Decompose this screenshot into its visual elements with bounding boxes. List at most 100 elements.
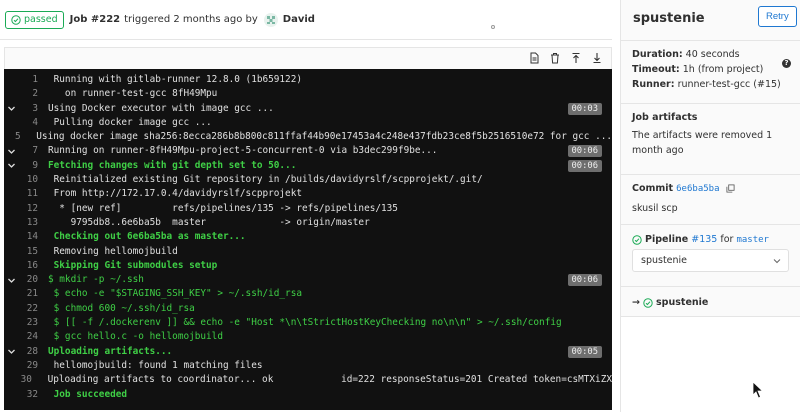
log-line-text: $ mkdir -p ~/.ssh bbox=[48, 274, 144, 286]
log-line: 23 $ [[ -f /.dockerenv ]] && echo -e "Ho… bbox=[4, 316, 612, 330]
log-line-text: $ [[ -f /.dockerenv ]] && echo -e "Host … bbox=[48, 317, 562, 329]
log-line-number[interactable]: 22 bbox=[18, 302, 48, 316]
commit-sha-link[interactable]: 6e6ba5ba bbox=[676, 184, 719, 194]
runner-label: Runner: bbox=[632, 79, 675, 90]
log-line: 11 From http://172.17.0.4/davidyrslf/scp… bbox=[4, 187, 612, 201]
job-list-item-label: spustenie bbox=[656, 297, 709, 308]
log-line-text: Using Docker executor with image gcc ... bbox=[48, 102, 274, 114]
log-line-number[interactable]: 20 bbox=[18, 273, 48, 287]
log-line-number[interactable]: 5 bbox=[11, 130, 31, 144]
job-title: Job #222 bbox=[69, 14, 121, 25]
job-list-item[interactable]: → spustenie bbox=[632, 295, 800, 310]
log-line: 16 Skipping Git submodules setup bbox=[4, 259, 612, 273]
duration-value: 40 seconds bbox=[685, 49, 740, 60]
section-duration-badge: 00:06 bbox=[567, 159, 602, 172]
status-badge[interactable]: passed bbox=[5, 10, 64, 29]
section-duration-badge: 00:03 bbox=[567, 102, 602, 115]
log-line: 32 Job succeeded bbox=[4, 388, 612, 402]
log-line-text: hellomojbuild: found 1 matching files bbox=[48, 359, 263, 371]
raw-log-icon[interactable] bbox=[528, 52, 540, 64]
job-log[interactable]: 1 Running with gitlab-runner 12.8.0 (1b6… bbox=[4, 69, 612, 410]
log-line-number[interactable]: 13 bbox=[18, 216, 48, 230]
log-line: 13 9795db8..6e6ba5b master -> origin/mas… bbox=[4, 216, 612, 230]
log-line-text: Reinitialized existing Git repository in… bbox=[48, 174, 483, 186]
log-line: 30 Uploading artifacts to coordinator...… bbox=[4, 373, 612, 387]
user-link[interactable]: David bbox=[283, 14, 315, 25]
log-line-number[interactable]: 12 bbox=[18, 202, 48, 216]
log-line-number[interactable]: 9 bbox=[18, 159, 48, 173]
log-line: 29 hellomojbuild: found 1 matching files bbox=[4, 359, 612, 373]
help-icon[interactable]: ? bbox=[782, 59, 791, 68]
job-name: spustenie bbox=[633, 11, 705, 26]
log-line-number[interactable]: 29 bbox=[18, 359, 48, 373]
pipeline-success-icon[interactable] bbox=[632, 234, 642, 245]
chevron-down-icon[interactable] bbox=[4, 161, 18, 170]
stage-dropdown-value: spustenie bbox=[641, 255, 688, 266]
log-line-number[interactable]: 15 bbox=[18, 245, 48, 259]
chevron-down-icon[interactable] bbox=[4, 347, 18, 356]
log-line-number[interactable]: 16 bbox=[18, 259, 48, 273]
log-line-text: From http://172.17.0.4/davidyrslf/scppro… bbox=[48, 188, 302, 200]
log-line[interactable]: 28 Uploading artifacts... 00:05 bbox=[4, 345, 612, 359]
log-line-text: Removing hellomojbuild bbox=[48, 245, 178, 257]
log-line: 5 Using docker image sha256:8ecca286b8b8… bbox=[4, 130, 612, 144]
erase-log-icon[interactable] bbox=[549, 52, 561, 64]
job-page: passed Job #222 triggered 2 months ago b… bbox=[0, 0, 800, 412]
log-line-number[interactable]: 11 bbox=[18, 187, 48, 201]
log-line-number[interactable]: 21 bbox=[18, 287, 48, 301]
log-line-text: $ gcc hello.c -o hellomojbuild bbox=[48, 331, 223, 343]
log-line[interactable]: 3 Using Docker executor with image gcc ..… bbox=[4, 102, 612, 116]
log-line-text: $ echo -e "$STAGING_SSH_KEY" > ~/.ssh/id… bbox=[48, 288, 302, 300]
scroll-top-icon[interactable] bbox=[570, 52, 582, 64]
job-list: → spustenie bbox=[621, 286, 800, 316]
log-line-number[interactable]: 7 bbox=[18, 144, 48, 158]
chevron-down-icon[interactable] bbox=[4, 276, 18, 285]
commit-label: Commit bbox=[632, 183, 674, 194]
log-line-text: on runner-test-gcc 8fH49Mpu bbox=[48, 88, 218, 100]
log-line: 2 on runner-test-gcc 8fH49Mpu bbox=[4, 87, 612, 101]
log-line[interactable]: 9 Fetching changes with git depth set to … bbox=[4, 159, 612, 173]
log-line-text: Using docker image sha256:8ecca286b8b800… bbox=[30, 131, 612, 143]
log-line: 4 Pulling docker image gcc ... bbox=[4, 116, 612, 130]
stage-dropdown[interactable]: spustenie bbox=[632, 249, 789, 272]
loading-dot bbox=[491, 25, 495, 29]
chevron-down-icon[interactable] bbox=[4, 104, 18, 113]
avatar[interactable] bbox=[263, 12, 278, 27]
retry-button[interactable]: Retry bbox=[758, 6, 797, 27]
log-line[interactable]: 7 Running on runner-8fH49Mpu-project-5-co… bbox=[4, 144, 612, 158]
log-line-number[interactable]: 4 bbox=[18, 116, 48, 130]
log-line[interactable]: 20 $ mkdir -p ~/.ssh 00:06 bbox=[4, 273, 612, 287]
log-line-number[interactable]: 28 bbox=[18, 345, 48, 359]
duration-label: Duration: bbox=[632, 49, 683, 60]
pipeline-id-link[interactable]: #135 bbox=[691, 234, 717, 245]
check-circle-icon bbox=[11, 14, 21, 25]
log-line: 15 Removing hellomojbuild bbox=[4, 245, 612, 259]
branch-link[interactable]: master bbox=[736, 235, 769, 245]
log-line-number[interactable]: 10 bbox=[18, 173, 48, 187]
log-line-number[interactable]: 1 bbox=[18, 73, 48, 87]
log-line: 1 Running with gitlab-runner 12.8.0 (1b6… bbox=[4, 73, 612, 87]
log-line-number[interactable]: 30 bbox=[16, 373, 42, 387]
triggered-text: triggered 2 months ago by bbox=[124, 14, 258, 25]
runner-value: runner-test-gcc (#15) bbox=[677, 79, 781, 90]
log-line-number[interactable]: 23 bbox=[18, 316, 48, 330]
log-line-number[interactable]: 24 bbox=[18, 330, 48, 344]
copy-icon[interactable] bbox=[726, 184, 735, 193]
log-line: 14 Checking out 6e6ba5ba as master... bbox=[4, 230, 612, 244]
timeout-label: Timeout: bbox=[632, 64, 680, 75]
log-line-number[interactable]: 32 bbox=[18, 388, 48, 402]
log-line-number[interactable]: 14 bbox=[18, 230, 48, 244]
arrow-right-icon: → bbox=[632, 297, 640, 308]
commit-section: Commit 6e6ba5ba skusil scp bbox=[621, 174, 800, 224]
chevron-down-icon[interactable] bbox=[4, 147, 18, 156]
timeout-value: 1h (from project) bbox=[682, 64, 764, 75]
section-duration-badge: 00:06 bbox=[567, 274, 602, 287]
section-duration-badge: 00:05 bbox=[567, 345, 602, 358]
job-success-icon bbox=[643, 297, 653, 308]
pipeline-for-text: for bbox=[720, 234, 734, 245]
log-line-number[interactable]: 2 bbox=[18, 87, 48, 101]
chevron-down-icon bbox=[773, 259, 781, 264]
log-line-number[interactable]: 3 bbox=[18, 102, 48, 116]
scroll-bottom-icon[interactable] bbox=[591, 52, 603, 64]
commit-message: skusil scp bbox=[632, 203, 678, 214]
